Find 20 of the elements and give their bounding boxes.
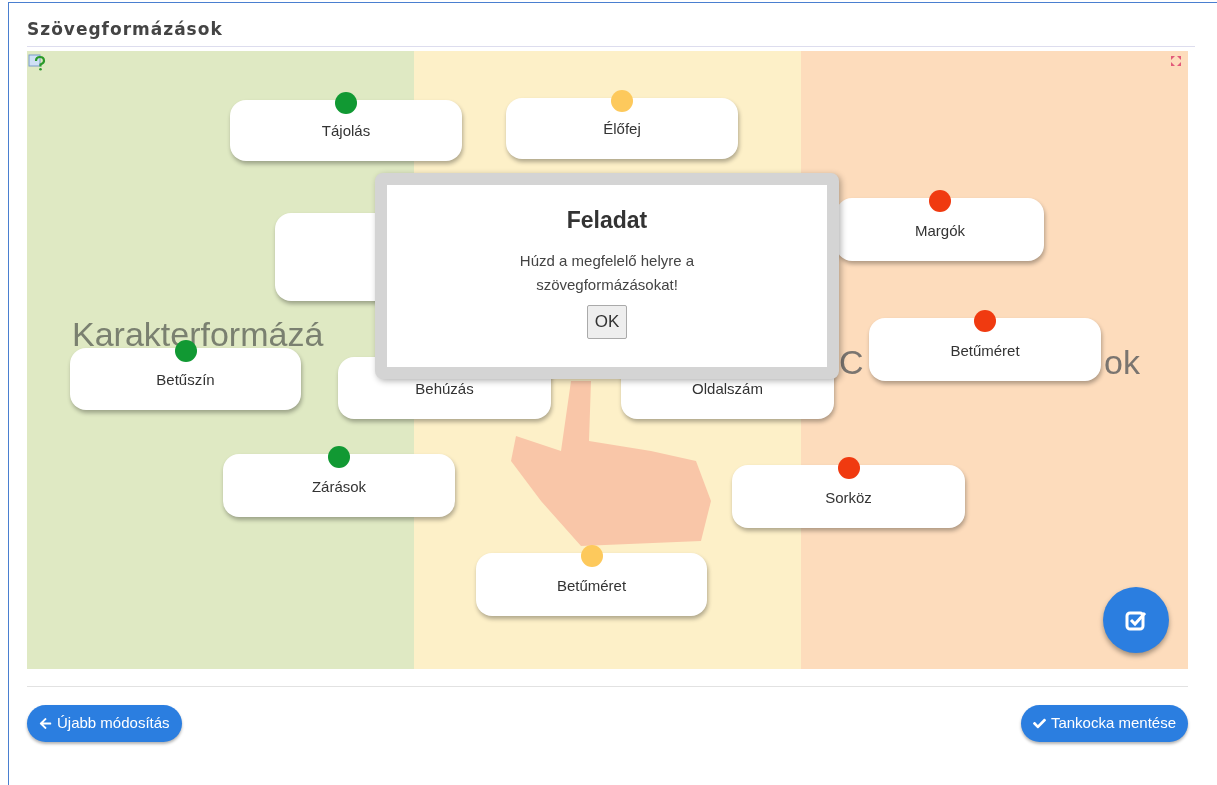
dialog-title: Feladat <box>566 205 648 235</box>
draggable-card[interactable]: Élőfej <box>506 97 738 159</box>
fullscreen-icon[interactable] <box>1170 54 1182 67</box>
draggable-card[interactable]: Betűméret <box>869 317 1101 381</box>
page-title: Szövegformázások <box>27 18 224 41</box>
draggable-card[interactable]: Sorköz <box>732 464 965 528</box>
zone-label: C <box>839 341 864 383</box>
back-button[interactable]: Újabb módosítás <box>27 704 182 742</box>
draggable-card[interactable]: Margók <box>836 197 1044 261</box>
save-button[interactable]: Tankocka mentése <box>1020 704 1188 742</box>
ok-button[interactable]: OK <box>586 305 628 339</box>
checkmark-icon <box>1032 716 1046 730</box>
zone-label: ok <box>1104 341 1140 383</box>
arrow-left-icon <box>39 716 52 730</box>
draggable-card[interactable]: Betűméret <box>476 552 707 616</box>
draggable-card[interactable]: Betűszín <box>70 347 301 410</box>
help-icon[interactable] <box>28 52 46 71</box>
draggable-card[interactable]: Zárások <box>223 453 455 517</box>
draggable-card[interactable]: Tájolás <box>230 99 462 161</box>
dialog-message: Húzd a megfelelő helyre a szövegformázásokat! <box>518 251 696 295</box>
